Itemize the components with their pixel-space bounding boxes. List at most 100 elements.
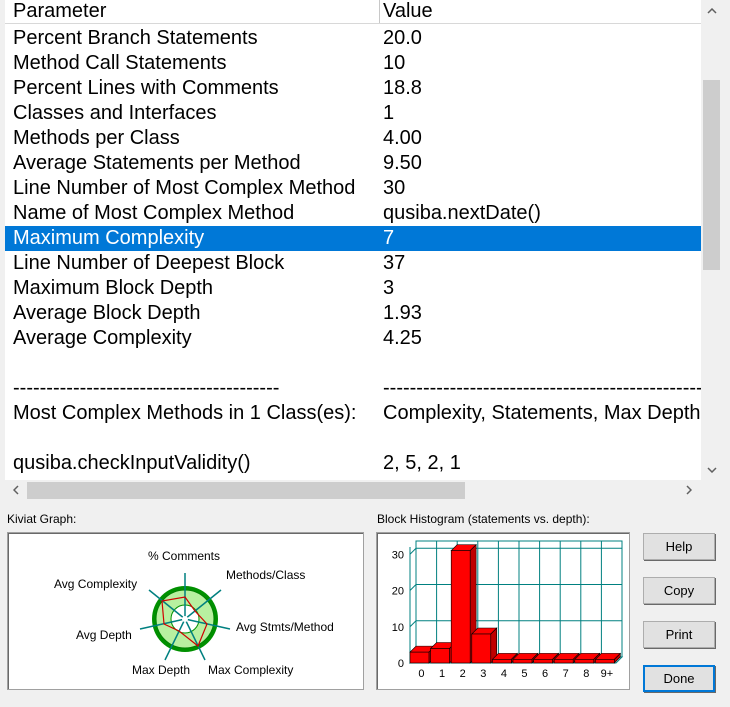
histogram-bar: [450, 550, 471, 664]
histogram-bar: [533, 659, 553, 664]
histogram-x-tick-label: 5: [521, 668, 527, 680]
kiviat-axis-label: Avg Depth: [76, 628, 132, 642]
histogram-bar: [430, 648, 450, 664]
table-row[interactable]: Method Call Statements 10: [5, 51, 701, 76]
row-value: 7: [383, 227, 395, 249]
scroll-corner: [701, 480, 722, 501]
histogram-grid-line: [409, 584, 417, 591]
histogram-grid-line: [409, 547, 417, 555]
row-parameter: Maximum Complexity: [13, 227, 205, 249]
column-header-value[interactable]: Value: [383, 0, 433, 23]
histogram-title: Block Histogram (statements vs. depth):: [377, 512, 590, 526]
histogram-x-tick-label: 1: [439, 668, 445, 680]
help-button[interactable]: Help: [643, 533, 715, 560]
histogram-bar: [595, 659, 615, 664]
row-parameter: Average Block Depth: [13, 302, 201, 324]
row-parameter: Name of Most Complex Method: [13, 202, 295, 224]
table-row[interactable]: Most Complex Methods in 1 Class(es): Comp…: [5, 401, 701, 426]
histogram-bar: [492, 659, 512, 664]
row-value: qusiba.nextDate(): [383, 202, 541, 224]
table-row[interactable]: Name of Most Complex Method qusiba.nextDa…: [5, 201, 701, 226]
row-value: 2, 5, 2, 1: [383, 452, 461, 474]
histogram-y-tick-label: 0: [398, 658, 404, 670]
row-value: 1: [383, 102, 395, 124]
row-value: 4.00: [383, 127, 422, 149]
histogram-bar: [574, 659, 595, 664]
table-row[interactable]: ----------------------------------------…: [5, 376, 701, 401]
row-parameter: Percent Lines with Comments: [13, 77, 279, 99]
row-value: 20.0: [383, 27, 422, 49]
table-row[interactable]: Average Complexity 4.25: [5, 326, 701, 351]
kiviat-graph: % Comments Methods/Class Avg Stmts/Metho…: [54, 549, 334, 677]
column-header-parameter[interactable]: Parameter: [13, 0, 106, 23]
table-row[interactable]: Maximum Complexity 7: [5, 226, 701, 251]
histogram-x-tick-label: 8: [583, 668, 589, 680]
kiviat-panel: % Comments Methods/Class Avg Stmts/Metho…: [7, 532, 364, 690]
table-row[interactable]: Line Number of Most Complex Method 30: [5, 176, 701, 201]
histogram-bar: [553, 659, 574, 664]
table-row[interactable]: [5, 426, 701, 451]
histogram-x-tick-label: 6: [542, 668, 548, 680]
table-row[interactable]: Classes and Interfaces 1: [5, 101, 701, 126]
chevron-down-icon[interactable]: [701, 459, 722, 479]
row-value: ----------------------------------------…: [383, 377, 701, 399]
row-value: Complexity, Statements, Max Depth: [383, 402, 701, 424]
chevron-left-icon[interactable]: [5, 480, 26, 501]
row-value: 3: [383, 277, 395, 299]
table-row[interactable]: Line Number of Deepest Block 37: [5, 251, 701, 276]
list-header: Parameter Value: [5, 0, 701, 24]
vertical-scrollbar[interactable]: [701, 0, 722, 480]
vertical-scroll-thumb[interactable]: [703, 80, 720, 270]
row-parameter: ----------------------------------------: [13, 377, 280, 399]
histogram-x-tick-label: 2: [460, 668, 466, 680]
column-divider[interactable]: [379, 0, 380, 23]
histogram-panel: 0 10 20 30 0 1 2 3 4 5 6 7 8 9+: [376, 532, 630, 690]
list-rows: Percent Branch Statements 20.0 Method Call…: [5, 26, 701, 476]
metrics-list[interactable]: Parameter Value Percent Branch Statement…: [5, 0, 701, 480]
table-row[interactable]: [5, 351, 701, 376]
table-row[interactable]: qusiba.checkInputValidity() 2, 5, 2, 1: [5, 451, 701, 476]
row-parameter: Most Complex Methods in 1 Class(es):: [13, 402, 357, 424]
histogram-y-tick-label: 20: [392, 586, 404, 598]
histogram-bar: [409, 651, 430, 664]
copy-button[interactable]: Copy: [643, 577, 715, 604]
row-parameter: Line Number of Deepest Block: [13, 252, 285, 274]
kiviat-title: Kiviat Graph:: [7, 512, 77, 526]
chevron-right-icon[interactable]: [678, 480, 699, 501]
row-parameter: Classes and Interfaces: [13, 102, 217, 124]
kiviat-axis-label: Avg Complexity: [54, 577, 137, 591]
horizontal-scroll-thumb[interactable]: [27, 482, 465, 499]
row-value: 18.8: [383, 77, 422, 99]
table-row[interactable]: Percent Lines with Comments 18.8: [5, 76, 701, 101]
table-row[interactable]: Methods per Class 4.00: [5, 126, 701, 151]
histogram-x-tick-label: 3: [480, 668, 486, 680]
horizontal-scrollbar[interactable]: [5, 480, 701, 501]
print-button[interactable]: Print: [643, 621, 715, 648]
table-row[interactable]: Average Block Depth 1.93: [5, 301, 701, 326]
row-parameter: Average Complexity: [13, 327, 192, 349]
kiviat-axis-label: Max Depth: [132, 663, 190, 677]
chevron-up-icon[interactable]: [701, 0, 722, 20]
done-button[interactable]: Done: [643, 665, 715, 692]
row-value: 30: [383, 177, 406, 199]
row-value: 10: [383, 52, 406, 74]
histogram-x-tick-label: 4: [501, 668, 507, 680]
histogram-x-tick-label: 7: [563, 668, 569, 680]
table-row[interactable]: Maximum Block Depth 3: [5, 276, 701, 301]
table-row[interactable]: Percent Branch Statements 20.0: [5, 26, 701, 51]
kiviat-axis-label: Avg Stmts/Method: [236, 620, 334, 634]
row-parameter: Method Call Statements: [13, 52, 227, 74]
row-parameter: Percent Branch Statements: [13, 27, 258, 49]
histogram-x-tick-label: 0: [418, 668, 424, 680]
row-value: 37: [383, 252, 406, 274]
row-parameter: qusiba.checkInputValidity(): [13, 452, 251, 474]
table-row[interactable]: Average Statements per Method 9.50: [5, 151, 701, 176]
histogram-x-tick-label: 9+: [601, 668, 614, 680]
histogram-y-tick-label: 30: [392, 549, 404, 561]
row-value: 4.25: [383, 327, 422, 349]
kiviat-axis-label: Max Complexity: [208, 663, 293, 677]
block-histogram: 0 10 20 30 0 1 2 3 4 5 6 7 8 9+: [392, 540, 624, 680]
row-value: 1.93: [383, 302, 422, 324]
row-parameter: Average Statements per Method: [13, 152, 301, 174]
kiviat-axis-label: Methods/Class: [226, 568, 305, 582]
